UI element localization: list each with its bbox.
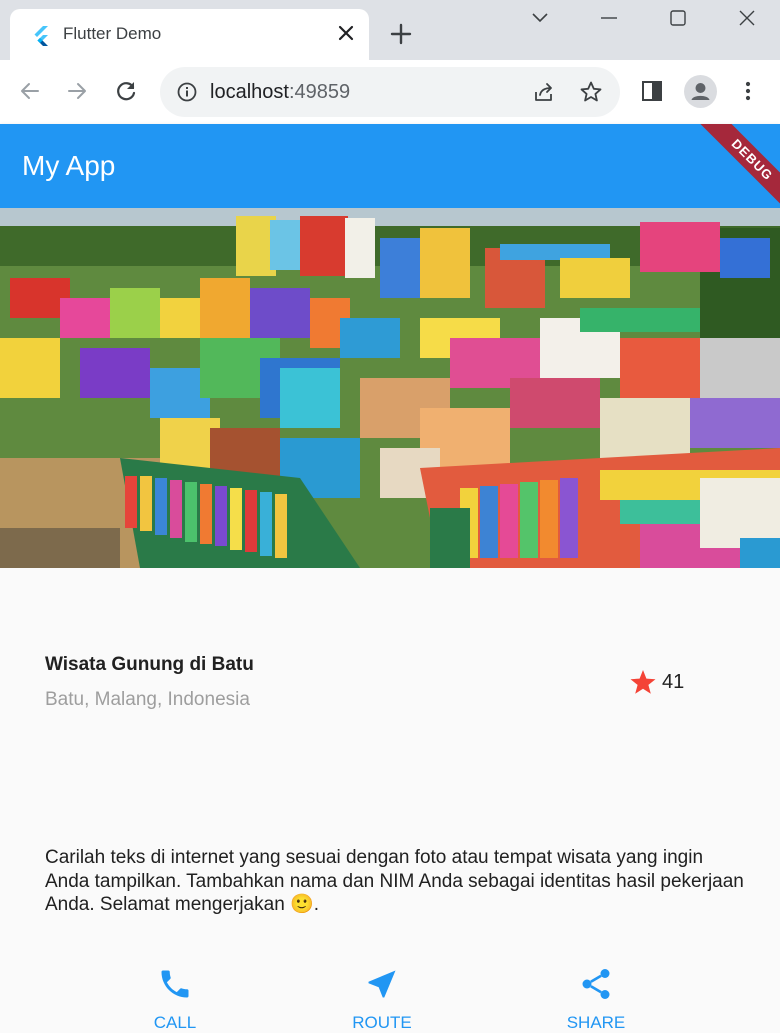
reload-icon[interactable] <box>113 78 139 104</box>
minimize-icon[interactable] <box>595 6 623 30</box>
phone-icon <box>161 970 189 998</box>
browser-tab[interactable]: Flutter Demo <box>10 9 369 60</box>
person-icon <box>691 83 710 100</box>
village-photo <box>0 208 780 568</box>
tab-search-chevron-icon[interactable] <box>526 6 554 30</box>
route-label: ROUTE <box>352 1013 412 1032</box>
url-host: localhost <box>210 81 289 103</box>
address-bar[interactable]: localhost:49859 <box>160 67 620 117</box>
bookmark-star-icon[interactable] <box>579 80 603 104</box>
tab-title: Flutter Demo <box>63 24 162 43</box>
back-arrow-icon[interactable] <box>17 78 43 104</box>
share-icon <box>582 969 610 999</box>
url-port: :49859 <box>288 81 351 103</box>
app-title: My App <box>22 150 116 181</box>
forward-arrow-icon[interactable] <box>64 78 90 104</box>
share-button[interactable]: SHARE <box>536 960 656 1033</box>
call-button[interactable]: CALL <box>115 960 235 1033</box>
app-bar: My App DEBUG <box>0 124 780 208</box>
share-page-icon[interactable] <box>532 80 556 104</box>
profile-avatar[interactable] <box>684 75 717 108</box>
more-vert-icon[interactable] <box>735 78 761 104</box>
window-close-icon[interactable] <box>733 6 761 30</box>
place-name: Wisata Gunung di Batu <box>45 654 254 675</box>
share-label: SHARE <box>566 1013 626 1032</box>
near-me-icon <box>368 970 396 998</box>
browser-tab-strip: Flutter Demo <box>0 0 780 60</box>
star-icon <box>630 670 656 694</box>
title-section: Wisata Gunung di Batu Batu, Malang, Indo… <box>0 568 780 798</box>
rating-count: 41 <box>662 671 685 693</box>
close-icon[interactable] <box>335 22 357 44</box>
maximize-icon[interactable] <box>664 6 692 30</box>
route-button[interactable]: ROUTE <box>322 960 442 1033</box>
place-location: Batu, Malang, Indonesia <box>45 689 250 710</box>
url-text[interactable]: localhost:49859 <box>210 81 350 103</box>
call-label: CALL <box>153 1013 197 1032</box>
debug-banner: DEBUG <box>694 124 780 208</box>
button-section: CALL ROUTE SHARE <box>0 960 780 1033</box>
side-panel-icon[interactable] <box>639 78 665 104</box>
hero-image <box>0 208 780 568</box>
info-icon[interactable] <box>176 81 198 103</box>
new-tab-icon[interactable] <box>389 22 413 46</box>
browser-toolbar: localhost:49859 <box>0 60 780 124</box>
flutter-logo-icon <box>34 26 48 46</box>
place-description: Carilah teks di internet yang sesuai den… <box>45 847 744 915</box>
